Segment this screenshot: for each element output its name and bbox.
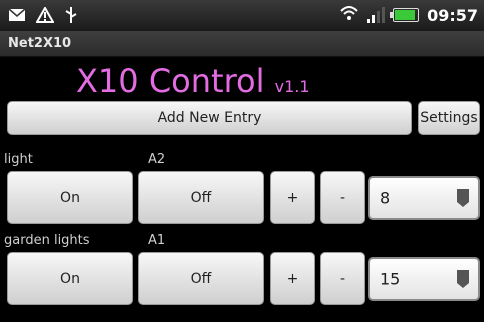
entry-off-button[interactable]: Off <box>138 171 264 224</box>
entry-level-spinner[interactable]: 8 <box>368 176 480 220</box>
status-bar-notifications <box>8 5 78 28</box>
message-icon <box>8 8 26 26</box>
clock: 09:57 <box>427 5 478 25</box>
entry-increase-button[interactable]: + <box>270 171 315 224</box>
entry-level-value: 8 <box>380 188 391 208</box>
entry-on-button[interactable]: On <box>7 252 133 305</box>
entry-decrease-button[interactable]: - <box>320 252 365 305</box>
app-title-bar: Net2X10 <box>0 31 484 57</box>
app-title: Net2X10 <box>8 36 72 51</box>
dropdown-arrow-icon <box>457 270 469 288</box>
entry-name-label: garden lights <box>4 233 90 248</box>
page-title-text: X10 Control <box>76 62 265 100</box>
entry-off-button[interactable]: Off <box>138 252 264 305</box>
entry-code-label: A1 <box>148 233 166 248</box>
status-bar-system: 09:57 <box>339 5 478 25</box>
version-label: v1.1 <box>274 77 310 96</box>
entry-increase-button[interactable]: + <box>270 252 315 305</box>
entry-code-label: A2 <box>148 152 166 167</box>
wifi-icon <box>339 5 359 25</box>
battery-level <box>395 10 416 20</box>
page-title: X10 Control v1.1 <box>76 62 310 100</box>
entry-level-value: 15 <box>380 269 401 289</box>
entry-level-spinner[interactable]: 15 <box>368 257 480 301</box>
usb-icon <box>64 6 78 28</box>
entry-on-button[interactable]: On <box>7 171 133 224</box>
status-bar: 09:57 <box>0 0 484 31</box>
entry-name-label: light <box>4 152 33 167</box>
entry-decrease-button[interactable]: - <box>320 171 365 224</box>
signal-icon <box>367 7 386 23</box>
settings-button[interactable]: Settings <box>418 101 480 135</box>
dropdown-arrow-icon <box>457 189 469 207</box>
battery-icon <box>390 8 420 22</box>
add-new-entry-button[interactable]: Add New Entry <box>7 101 412 135</box>
warning-icon <box>35 5 55 27</box>
